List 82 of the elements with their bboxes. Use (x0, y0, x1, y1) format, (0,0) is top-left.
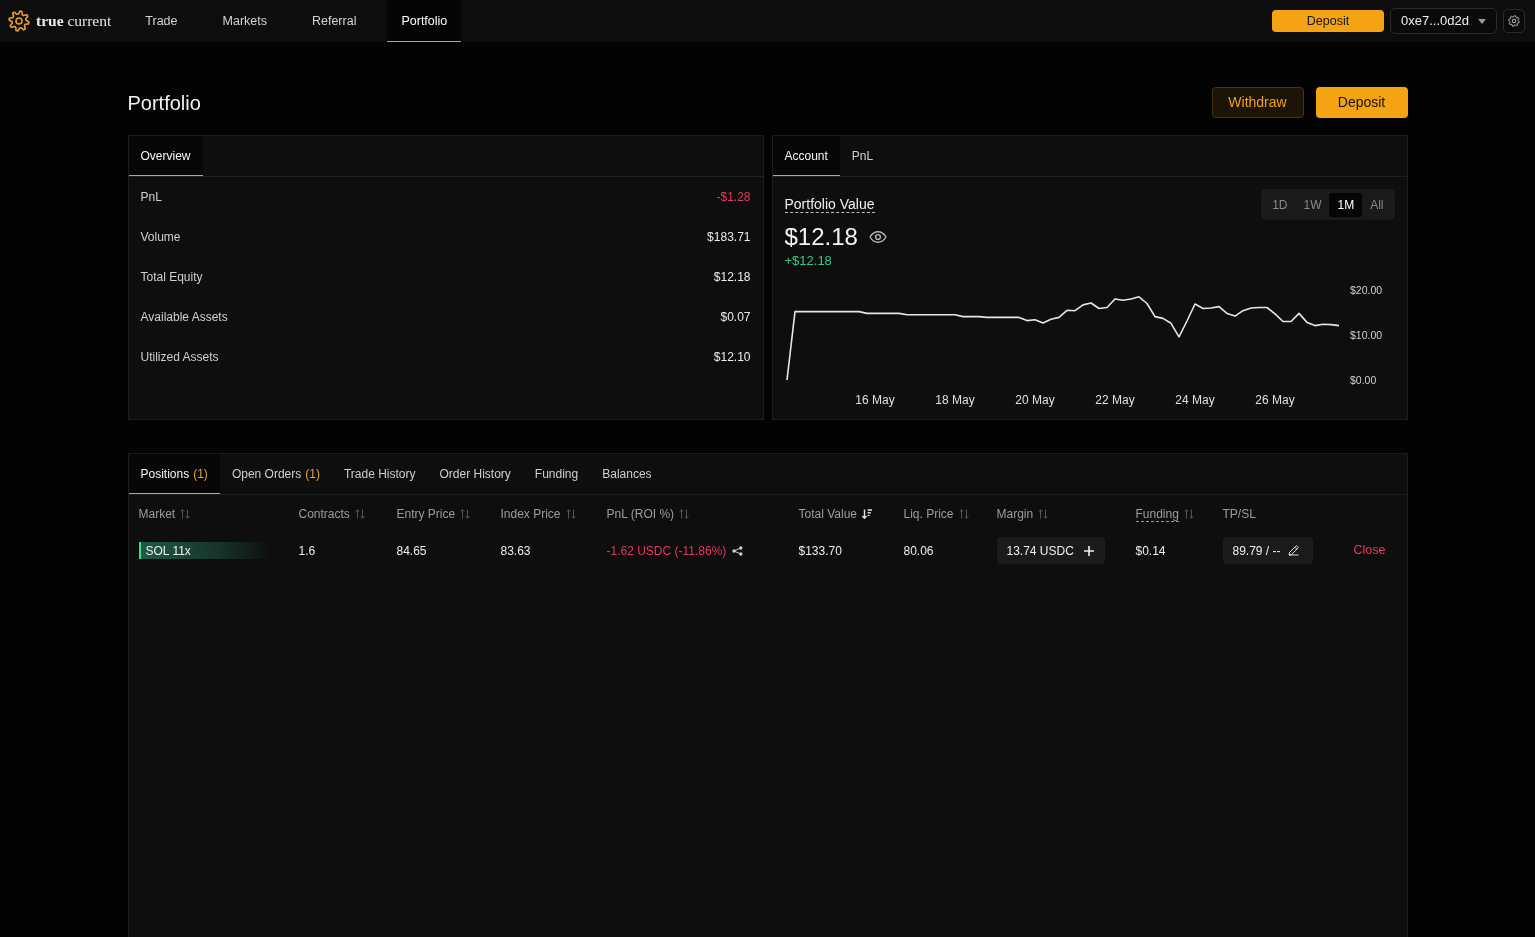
x-axis-label: 20 May (1014, 393, 1055, 407)
table-cell-text: $133.70 (798, 542, 842, 560)
x-axis-label: 24 May (1174, 393, 1215, 407)
portfolio-value-label: Portfolio Value (784, 196, 875, 213)
table-cell-text: 1.6 (298, 542, 316, 560)
stat-label: Utilized Assets (140, 349, 219, 366)
sort-descending-icon[interactable] (862, 509, 872, 519)
column-header: TP/SL (1222, 506, 1256, 523)
nav-link[interactable]: Trade (131, 0, 192, 42)
panel-tab[interactable]: Balances (590, 454, 664, 494)
column-header: Contracts (298, 506, 350, 523)
sort-icon[interactable] (679, 509, 690, 519)
column-header: Margin (996, 506, 1034, 523)
column-header: Funding (1135, 506, 1179, 522)
x-axis-label: 26 May (1254, 393, 1295, 407)
wallet-button[interactable]: 0xe7...0d2d (1390, 8, 1497, 34)
page-title: Portfolio (127, 90, 201, 115)
panel-tab[interactable]: Open Orders (1) (219, 454, 332, 494)
margin-button[interactable]: 13.74 USDC (996, 537, 1105, 564)
panel-tab[interactable]: Funding (522, 454, 591, 494)
x-axis-label: 16 May (854, 393, 895, 407)
settings-button[interactable] (1503, 9, 1525, 33)
stat-value: -$1.28 (716, 189, 751, 206)
y-axis-label: $10.00 (1349, 329, 1382, 341)
sort-icon[interactable] (180, 509, 191, 519)
tpsl-button[interactable]: 89.79 / -- (1222, 537, 1313, 564)
stat-label: Total Equity (140, 269, 203, 286)
nav-link[interactable]: Markets (208, 0, 281, 42)
nav-link[interactable]: Referral (297, 0, 371, 42)
stat-label: Volume (140, 229, 181, 246)
x-axis-label: 22 May (1094, 393, 1135, 407)
panel-tab[interactable]: Overview (128, 136, 203, 176)
stat-label: PnL (140, 189, 162, 206)
share-icon[interactable] (732, 545, 744, 556)
timeframe-option[interactable]: 1W (1295, 192, 1330, 217)
value-change: +$12.18 (784, 252, 832, 270)
stat-label: Available Assets (140, 309, 228, 326)
panel-tab[interactable]: Account (772, 136, 840, 176)
withdraw-button[interactable]: Withdraw (1211, 87, 1304, 118)
table-cell-text: 84.65 (396, 542, 427, 560)
gear-logo-icon (8, 10, 30, 32)
timeframe-option[interactable]: 1D (1264, 192, 1296, 217)
x-axis-label: 18 May (934, 393, 975, 407)
sort-icon[interactable] (565, 509, 576, 519)
nav-link[interactable]: Portfolio (387, 0, 462, 42)
stat-value: $0.07 (720, 309, 751, 326)
stat-value: $12.10 (713, 349, 751, 366)
portfolio-value: $12.18 (784, 222, 858, 252)
column-header: Index Price (500, 506, 561, 523)
logo-text: true current (36, 11, 112, 32)
plus-icon (1083, 545, 1094, 556)
panel-tab[interactable]: Order History (427, 454, 523, 494)
y-axis-label: $20.00 (1349, 284, 1382, 296)
caret-icon (1477, 18, 1486, 24)
stat-value: $183.71 (707, 229, 751, 246)
y-axis-label: $0.00 (1349, 374, 1376, 386)
sort-icon[interactable] (1183, 509, 1194, 519)
table-cell-text: $0.14 (1135, 542, 1166, 560)
column-header: PnL (ROI %) (606, 506, 675, 523)
table-cell-text: 80.06 (903, 542, 934, 560)
column-header: Liq. Price (903, 506, 954, 523)
close-link[interactable]: Close (1353, 541, 1386, 560)
panel-tab[interactable]: Trade History (331, 454, 428, 494)
sort-icon[interactable] (958, 509, 969, 519)
settings-icon (1508, 15, 1520, 27)
sort-icon[interactable] (1038, 509, 1049, 519)
table-cell-text: 83.63 (500, 542, 531, 560)
panel-tab[interactable]: PnL (839, 136, 886, 176)
pencil-icon (1287, 545, 1299, 556)
stat-value: $12.18 (713, 269, 751, 286)
timeframe-option[interactable]: 1M (1329, 192, 1363, 217)
column-header: Entry Price (396, 506, 456, 523)
eye-icon[interactable] (868, 231, 887, 243)
panel-tab[interactable]: Positions (1) (128, 454, 220, 494)
column-header: Market (138, 506, 176, 523)
sort-icon[interactable] (354, 509, 365, 519)
deposit-button[interactable]: Deposit (1272, 10, 1384, 32)
sort-icon[interactable] (460, 509, 471, 519)
timeframe-option[interactable]: All (1362, 192, 1392, 217)
table-cell-text: -1.62 USDC (-11.86%) (606, 542, 727, 560)
deposit-button[interactable]: Deposit (1315, 87, 1408, 118)
column-header: Total Value (798, 506, 857, 523)
